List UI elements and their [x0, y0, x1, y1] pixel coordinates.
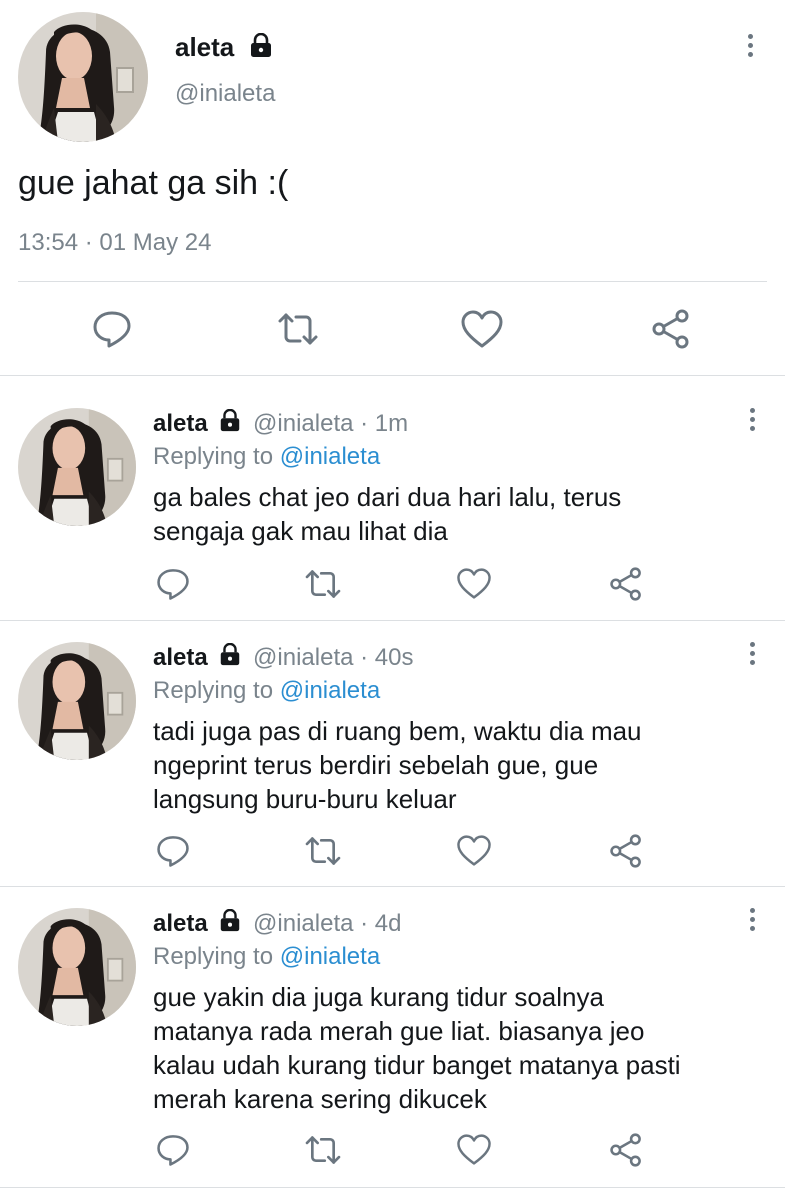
reply-text-line: matanya rada merah gue liat. biasanya je…	[153, 1016, 645, 1046]
lock-icon	[218, 908, 242, 940]
share-icon[interactable]	[609, 567, 643, 601]
replying-to-label: Replying to	[153, 943, 274, 970]
reply-author-row: aleta @inialeta · 40s	[153, 642, 414, 674]
comment-icon[interactable]	[156, 1133, 190, 1167]
share-icon[interactable]	[609, 1133, 643, 1167]
avatar[interactable]	[18, 408, 136, 526]
replying-to: Replying to @inialeta	[153, 943, 380, 971]
divider	[0, 1187, 785, 1188]
reply-text-line: tadi juga pas di ruang bem, waktu dia ma…	[153, 716, 642, 746]
divider	[18, 281, 767, 282]
more-vertical-icon[interactable]	[742, 408, 762, 438]
avatar[interactable]	[18, 908, 136, 1026]
more-vertical-icon[interactable]	[740, 34, 760, 64]
display-name[interactable]: aleta	[153, 410, 208, 437]
comment-icon[interactable]	[156, 567, 190, 601]
display-name[interactable]: aleta	[153, 910, 208, 937]
reply-time[interactable]: · 1m	[360, 410, 408, 437]
mention-link[interactable]: @inialeta	[280, 677, 380, 704]
avatar[interactable]	[18, 642, 136, 760]
comment-icon[interactable]	[92, 309, 132, 349]
retweet-icon[interactable]	[303, 1134, 343, 1166]
heart-icon[interactable]	[456, 1133, 492, 1166]
divider	[0, 375, 785, 376]
reply-time[interactable]: · 4d	[360, 910, 401, 937]
display-name[interactable]: aleta	[153, 644, 208, 671]
reply-text-line: langsung buru-buru keluar	[153, 784, 457, 814]
more-vertical-icon[interactable]	[742, 642, 762, 672]
heart-icon[interactable]	[456, 834, 492, 867]
reply-text: ga bales chat jeo dari dua hari lalu, te…	[153, 480, 621, 548]
reply-text: gue yakin dia juga kurang tidur soalnya …	[153, 980, 681, 1116]
reply-author-row: aleta @inialeta · 4d	[153, 908, 402, 940]
reply-text-line: gue yakin dia juga kurang tidur soalnya	[153, 982, 604, 1012]
comment-icon[interactable]	[156, 834, 190, 868]
divider	[0, 886, 785, 887]
replying-to-label: Replying to	[153, 677, 274, 704]
display-name[interactable]: aleta	[175, 32, 234, 62]
divider	[0, 620, 785, 621]
reply-text-line: kalau udah kurang tidur banget matanya p…	[153, 1050, 681, 1080]
lock-icon	[248, 32, 274, 66]
share-icon[interactable]	[651, 309, 691, 349]
more-vertical-icon[interactable]	[742, 908, 762, 938]
lock-icon	[218, 408, 242, 440]
mention-link[interactable]: @inialeta	[280, 443, 380, 470]
reply-text-line: ga bales chat jeo dari dua hari lalu, te…	[153, 482, 622, 512]
heart-icon[interactable]	[456, 567, 492, 600]
replying-to-label: Replying to	[153, 443, 274, 470]
tweet-timestamp[interactable]: 13:54 · 01 May 24	[18, 229, 211, 257]
share-icon[interactable]	[609, 834, 643, 868]
reply-text-line: merah karena sering dikucek	[153, 1084, 487, 1114]
handle[interactable]: @inialeta	[175, 80, 275, 108]
lock-icon	[218, 642, 242, 674]
handle[interactable]: @inialeta	[253, 410, 353, 437]
reply-author-row: aleta @inialeta · 1m	[153, 408, 408, 440]
tweet-text: gue jahat ga sih :(	[18, 164, 289, 202]
avatar[interactable]	[18, 12, 148, 142]
reply-text: tadi juga pas di ruang bem, waktu dia ma…	[153, 714, 642, 816]
retweet-icon[interactable]	[303, 568, 343, 600]
replying-to: Replying to @inialeta	[153, 677, 380, 705]
retweet-icon[interactable]	[303, 835, 343, 867]
heart-icon[interactable]	[460, 309, 504, 349]
reply-time[interactable]: · 40s	[360, 644, 413, 671]
handle[interactable]: @inialeta	[253, 644, 353, 671]
replying-to: Replying to @inialeta	[153, 443, 380, 471]
handle[interactable]: @inialeta	[253, 910, 353, 937]
main-author-row: aleta	[175, 32, 274, 66]
mention-link[interactable]: @inialeta	[280, 943, 380, 970]
reply-text-line: sengaja gak mau lihat dia	[153, 516, 448, 546]
retweet-icon[interactable]	[276, 311, 320, 347]
reply-text-line: ngeprint terus berdiri sebelah gue, gue	[153, 750, 599, 780]
